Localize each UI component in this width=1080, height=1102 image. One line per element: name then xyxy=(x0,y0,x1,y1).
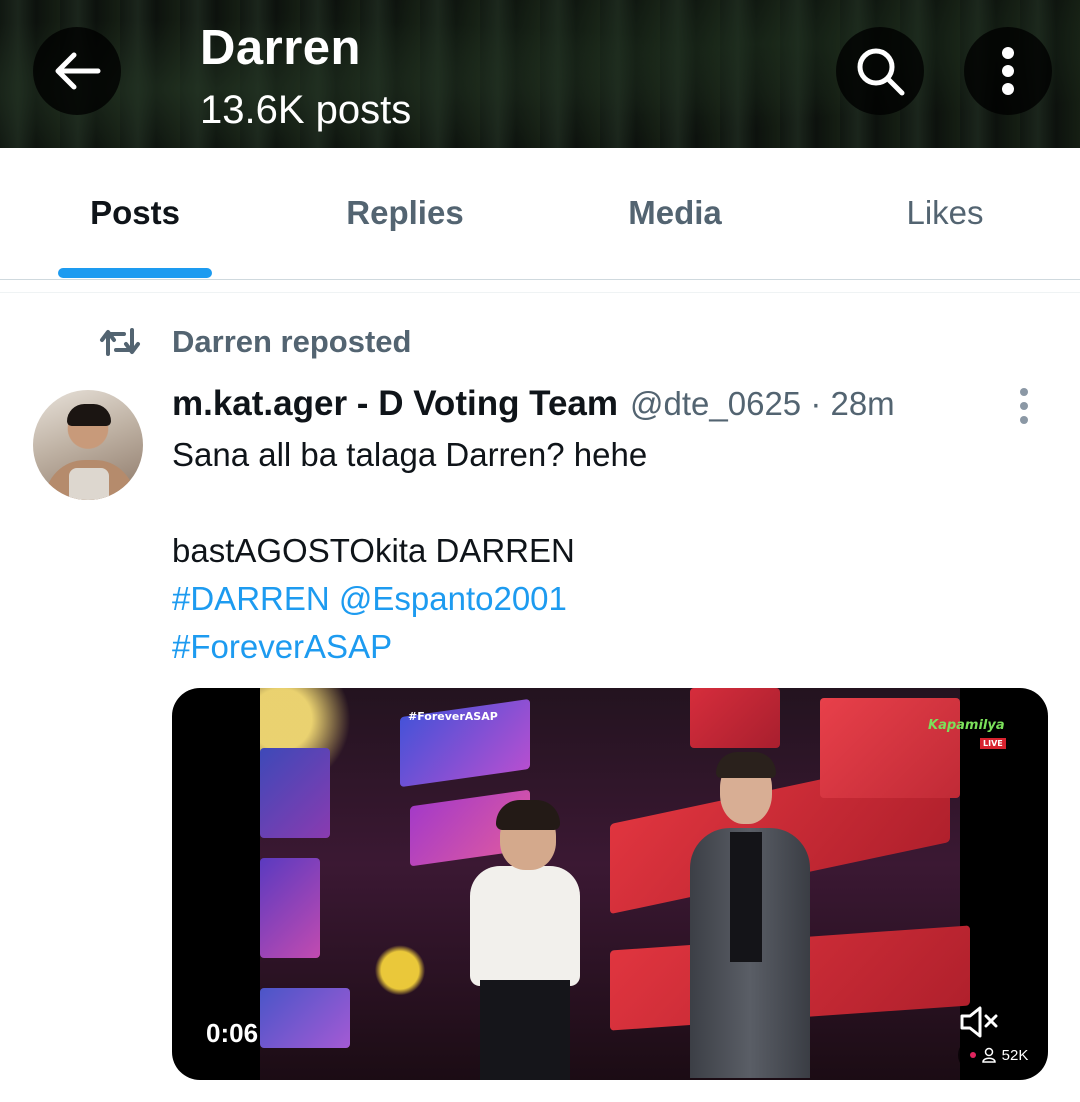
dot xyxy=(1020,402,1028,410)
avatar-shirt xyxy=(69,468,109,500)
person-top xyxy=(470,866,580,986)
active-tab-indicator xyxy=(58,268,212,278)
repost-context: Darren reposted xyxy=(98,322,411,362)
search-icon xyxy=(857,48,905,96)
dot xyxy=(1020,416,1028,424)
repost-label[interactable]: Darren reposted xyxy=(172,324,411,360)
post-count: 13.6K posts xyxy=(200,88,412,132)
channel-logo-text: Kapamilya xyxy=(928,718,1005,733)
more-options-button[interactable] xyxy=(964,27,1052,115)
video-person-left xyxy=(470,800,580,1080)
post-text-links: #ForeverASAP xyxy=(172,628,392,666)
video-duration: 0:06 xyxy=(206,1018,259,1048)
author-handle-time[interactable]: @dte_0625 · 28m xyxy=(630,385,895,423)
more-vertical-icon xyxy=(1002,47,1014,95)
post-text-line: bastAGOSTOkita DARREN xyxy=(172,532,575,569)
post-text-links: #DARREN @Espanto2001 xyxy=(172,580,567,618)
live-dot xyxy=(969,1052,976,1058)
repost-icon xyxy=(100,328,140,356)
mute-icon[interactable] xyxy=(958,1002,1002,1042)
profile-name-title: Darren xyxy=(200,21,361,75)
avatar[interactable] xyxy=(33,390,143,500)
video-hashtag-overlay: #ForeverASAP xyxy=(408,710,498,723)
person-shirt xyxy=(730,832,762,962)
avatar-hair xyxy=(67,404,111,426)
post-header: m.kat.ager - D Voting Team @dte_0625 · 2… xyxy=(172,384,895,428)
dot xyxy=(1020,388,1028,396)
post-text-line: Sana all ba talaga Darren? hehe xyxy=(172,436,648,473)
hashtag-link[interactable]: #ForeverASAP xyxy=(172,628,392,665)
stage-panel xyxy=(690,688,780,748)
live-tag: LIVE xyxy=(980,738,1006,749)
tab-posts[interactable]: Posts xyxy=(0,148,270,278)
views-count: 52K xyxy=(1001,1046,1029,1064)
search-button[interactable] xyxy=(836,27,924,115)
divider xyxy=(0,292,1080,293)
tab-likes[interactable]: Likes xyxy=(810,148,1080,278)
person-hair xyxy=(496,800,560,830)
person-hair xyxy=(716,752,776,778)
profile-tabs: Posts Replies Media Likes xyxy=(0,148,1080,280)
views-person-icon xyxy=(981,1047,996,1063)
tab-media[interactable]: Media xyxy=(540,148,810,278)
stage-panel xyxy=(260,858,320,958)
video-person-right xyxy=(690,752,820,1080)
author-name[interactable]: m.kat.ager - D Voting Team xyxy=(172,384,618,424)
video-player[interactable]: #ForeverASAP Kapamilya LIVE 0:06 52K xyxy=(172,688,1048,1080)
hashtag-link[interactable]: #DARREN xyxy=(172,580,330,617)
stage-panel xyxy=(820,698,960,798)
mention-link[interactable]: @Espanto2001 xyxy=(339,580,567,617)
views-badge: 52K xyxy=(958,1038,1040,1072)
post-more-button[interactable] xyxy=(1008,384,1040,428)
tab-replies[interactable]: Replies xyxy=(270,148,540,278)
person-pants xyxy=(480,980,570,1080)
video-frame: #ForeverASAP Kapamilya LIVE xyxy=(260,688,1006,1080)
back-button[interactable] xyxy=(33,27,121,115)
back-arrow-icon xyxy=(55,52,101,90)
stage-panel xyxy=(260,988,350,1048)
stage-panel xyxy=(260,748,330,838)
